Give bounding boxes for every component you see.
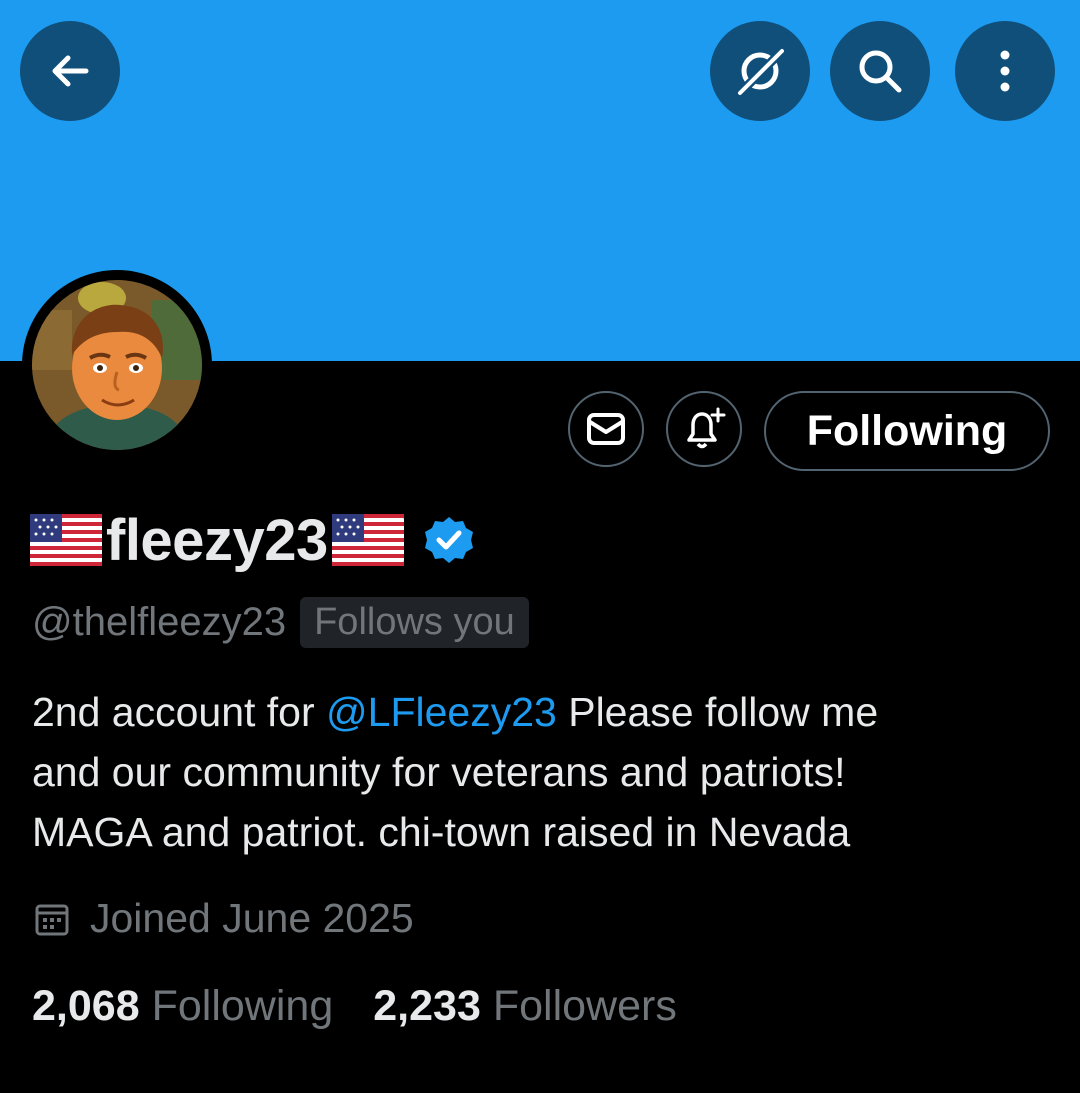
joined-date-row: Joined June 2025 bbox=[34, 895, 414, 942]
more-vertical-icon bbox=[1000, 50, 1010, 92]
envelope-icon bbox=[587, 413, 625, 445]
search-button[interactable] bbox=[830, 21, 930, 121]
notifications-button[interactable] bbox=[666, 391, 742, 467]
display-name: fleezy23 bbox=[106, 507, 328, 573]
following-label: Following bbox=[151, 982, 334, 1030]
bio-text: 2nd account for bbox=[32, 689, 327, 735]
bio-text: Please follow me bbox=[556, 689, 879, 735]
us-flag-icon bbox=[30, 514, 102, 566]
bio-line: and our community for veterans and patri… bbox=[32, 749, 846, 795]
arrow-left-icon bbox=[52, 55, 89, 87]
followers-count: 2,233 bbox=[373, 982, 481, 1030]
more-options-button[interactable] bbox=[955, 21, 1055, 121]
grok-icon bbox=[734, 45, 788, 99]
avatar[interactable] bbox=[22, 270, 212, 460]
grok-button[interactable] bbox=[710, 21, 810, 121]
bio-line: MAGA and patriot. chi-town raised in Nev… bbox=[32, 809, 851, 855]
user-handle: @thelfleezy23 bbox=[32, 600, 287, 644]
display-name-row: fleezy23 bbox=[30, 503, 474, 577]
follow-stats: 2,068 Following 2,233 Followers bbox=[32, 982, 677, 1031]
avatar-image bbox=[32, 280, 202, 450]
us-flag-icon bbox=[331, 514, 404, 566]
verified-badge-icon[interactable] bbox=[424, 515, 474, 565]
handle-row: @thelfleezy23 Follows you bbox=[32, 597, 529, 648]
bell-plus-icon bbox=[687, 407, 726, 449]
search-icon bbox=[859, 50, 902, 93]
bio-line: 2nd account for @LFleezy23 Please follow… bbox=[32, 682, 1042, 742]
back-button[interactable] bbox=[20, 21, 120, 121]
joined-date: Joined June 2025 bbox=[90, 895, 414, 941]
profile-bio: 2nd account for @LFleezy23 Please follow… bbox=[32, 682, 1042, 862]
following-button[interactable]: Following bbox=[764, 391, 1050, 471]
following-count: 2,068 bbox=[32, 982, 140, 1030]
following-count-link[interactable]: 2,068 Following bbox=[32, 982, 333, 1031]
followers-label: Followers bbox=[492, 982, 677, 1030]
calendar-icon bbox=[35, 904, 69, 935]
message-button[interactable] bbox=[568, 391, 644, 467]
followers-count-link[interactable]: 2,233 Followers bbox=[373, 982, 677, 1031]
bio-mention-link[interactable]: @LFleezy23 bbox=[326, 689, 557, 735]
follows-you-badge: Follows you bbox=[300, 597, 529, 648]
